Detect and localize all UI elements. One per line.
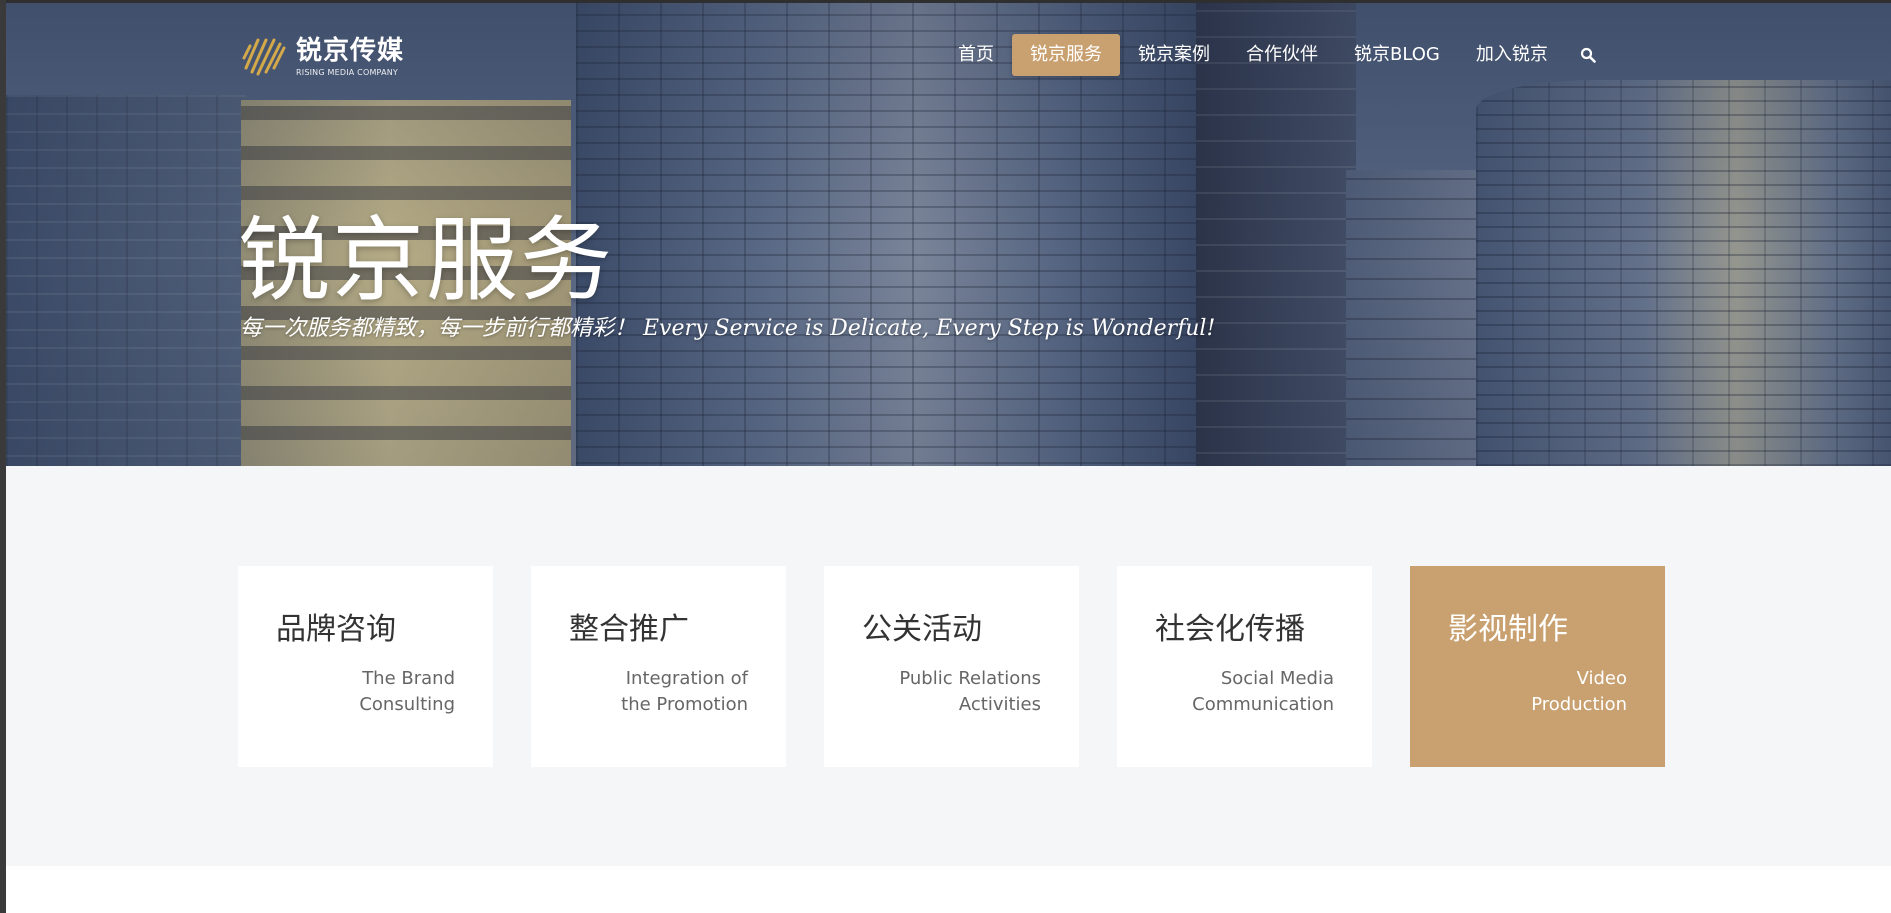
nav-item-cases[interactable]: 锐京案例 (1120, 34, 1228, 76)
service-card-list: 品牌咨询 The Brand Consulting 整合推广 Integrati… (238, 566, 1665, 767)
site-logo[interactable]: 锐京传媒 RISING MEDIA COMPANY (236, 28, 404, 84)
service-card-title: 公关活动 (862, 612, 982, 647)
service-card-title: 整合推广 (569, 612, 689, 647)
search-icon (1580, 47, 1596, 63)
service-card-promotion[interactable]: 整合推广 Integration of the Promotion (531, 566, 786, 767)
window-top-edge (0, 0, 1891, 3)
service-card-social[interactable]: 社会化传播 Social Media Communication (1117, 566, 1372, 767)
nav-item-partners[interactable]: 合作伙伴 (1228, 34, 1336, 76)
nav-item-join[interactable]: 加入锐京 (1458, 34, 1566, 76)
service-card-subtitle: Public Relations Activities (899, 668, 1041, 715)
service-card-title: 品牌咨询 (276, 612, 396, 647)
logo-name-en: RISING MEDIA COMPANY (296, 67, 399, 77)
search-button[interactable] (1566, 34, 1610, 76)
logo-mark-icon (242, 38, 286, 76)
service-card-subtitle: Integration of the Promotion (621, 668, 748, 715)
services-section: 品牌咨询 The Brand Consulting 整合推广 Integrati… (6, 466, 1891, 866)
page-title: 锐京服务 (238, 207, 615, 314)
service-card-subtitle: The Brand Consulting (359, 668, 455, 715)
nav-item-blog[interactable]: 锐京BLOG (1336, 34, 1458, 76)
page-bottom-area (6, 866, 1891, 913)
logo-name-cn: 锐京传媒 (296, 35, 405, 66)
main-nav: 首页 锐京服务 锐京案例 合作伙伴 锐京BLOG 加入锐京 (940, 34, 1610, 76)
service-card-pr[interactable]: 公关活动 Public Relations Activities (824, 566, 1079, 767)
service-card-brand[interactable]: 品牌咨询 The Brand Consulting (238, 566, 493, 767)
nav-item-services[interactable]: 锐京服务 (1012, 34, 1120, 76)
service-card-subtitle: Video Production (1531, 668, 1627, 715)
nav-item-home[interactable]: 首页 (940, 34, 1012, 76)
service-card-video[interactable]: 影视制作 Video Production (1410, 566, 1665, 767)
page-subtitle: 每一次服务都精致，每一步前行都精彩！ Every Service is Deli… (240, 316, 1216, 341)
window-left-edge (0, 0, 6, 913)
service-card-title: 社会化传播 (1155, 612, 1305, 647)
service-card-subtitle: Social Media Communication (1192, 668, 1334, 715)
service-card-title: 影视制作 (1448, 612, 1568, 647)
